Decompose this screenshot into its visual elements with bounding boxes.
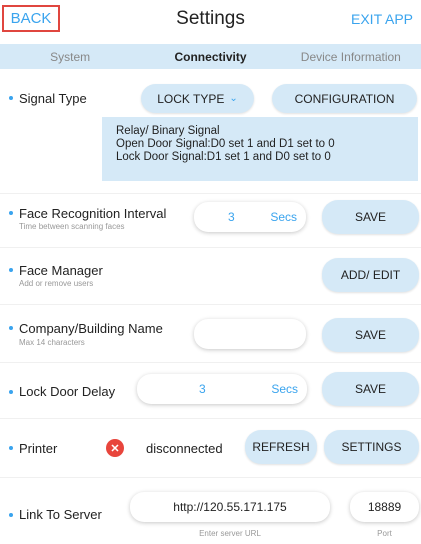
divider: [0, 304, 421, 305]
printer-status: disconnected: [146, 441, 223, 456]
bullet-dot: [9, 326, 13, 330]
divider: [0, 477, 421, 478]
configuration-button[interactable]: CONFIGURATION: [272, 84, 417, 113]
tab-system[interactable]: System: [0, 50, 140, 64]
bullet-dot: [9, 446, 13, 450]
company-name-input[interactable]: [194, 319, 306, 349]
lock-type-dropdown[interactable]: LOCK TYPE ⌄: [141, 84, 254, 113]
refresh-button[interactable]: REFRESH: [245, 430, 317, 464]
tab-connectivity[interactable]: Connectivity: [140, 50, 280, 64]
divider: [0, 362, 421, 363]
add-edit-button[interactable]: ADD/ EDIT: [322, 258, 419, 292]
face-interval-input[interactable]: 3 Secs: [194, 202, 306, 232]
signal-info-box: Relay/ Binary Signal Open Door Signal:D0…: [102, 117, 418, 181]
lock-delay-label: Lock Door Delay: [19, 384, 116, 399]
company-label: Company/Building Name: [19, 321, 163, 336]
bullet-dot: [9, 513, 13, 517]
error-icon: ✕: [106, 439, 124, 457]
divider: [0, 193, 421, 194]
signal-type-label: Signal Type: [19, 91, 87, 106]
server-label: Link To Server: [19, 507, 102, 522]
printer-label: Printer: [19, 441, 58, 456]
lock-delay-input[interactable]: 3 Secs: [137, 374, 307, 404]
server-url-input[interactable]: http://120.55.171.175: [130, 492, 330, 522]
signal-info-line: Lock Door Signal:D1 set 1 and D0 set to …: [116, 151, 331, 163]
signal-info-line: Relay/ Binary Signal: [116, 125, 220, 137]
signal-info-line: Open Door Signal:D0 set 1 and D1 set to …: [116, 138, 335, 150]
server-port-input[interactable]: 18889: [350, 492, 419, 522]
tab-bar: System Connectivity Device Information: [0, 44, 421, 69]
chevron-down-icon: ⌄: [229, 93, 238, 104]
face-interval-save-button[interactable]: SAVE: [322, 200, 419, 234]
company-sub: Max 14 characters: [19, 338, 85, 347]
face-recognition-sub: Time between scanning faces: [19, 222, 125, 231]
face-manager-sub: Add or remove users: [19, 279, 94, 288]
lock-delay-unit: Secs: [271, 382, 298, 396]
face-manager-label: Face Manager: [19, 263, 103, 278]
tab-device-information[interactable]: Device Information: [281, 50, 421, 64]
bullet-dot: [9, 96, 13, 100]
lock-delay-save-button[interactable]: SAVE: [322, 372, 419, 406]
server-url-caption: Enter server URL: [199, 529, 261, 538]
server-port-value: 18889: [367, 500, 402, 514]
lock-delay-value: 3: [199, 382, 206, 396]
face-interval-unit: Secs: [270, 210, 297, 224]
exit-app-button[interactable]: EXIT APP: [351, 11, 413, 27]
bullet-dot: [9, 211, 13, 215]
server-port-caption: Port: [377, 529, 392, 538]
divider: [0, 247, 421, 248]
server-url-value: http://120.55.171.175: [173, 500, 287, 514]
company-save-button[interactable]: SAVE: [322, 318, 419, 352]
face-recognition-label: Face Recognition Interval: [19, 206, 167, 221]
bullet-dot: [9, 268, 13, 272]
bullet-dot: [9, 390, 13, 394]
face-interval-value: 3: [228, 210, 235, 224]
lock-type-label: LOCK TYPE: [157, 91, 225, 106]
divider: [0, 418, 421, 419]
printer-settings-button[interactable]: SETTINGS: [324, 430, 419, 464]
